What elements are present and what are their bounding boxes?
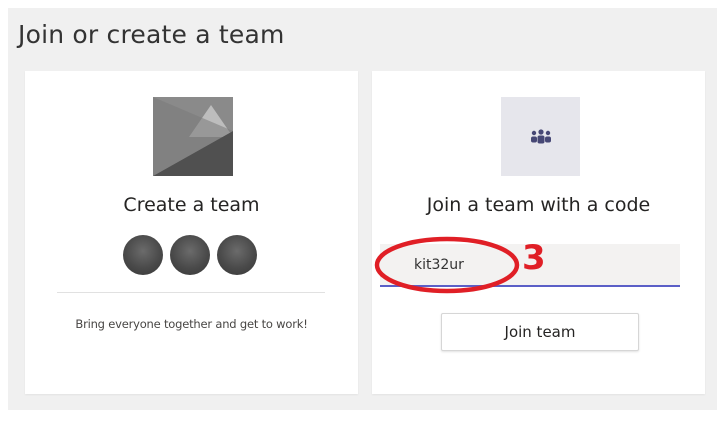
annotation-step-number: 3 (522, 238, 546, 278)
create-team-title: Create a team (123, 194, 260, 216)
avatar (217, 235, 257, 275)
join-team-button[interactable]: Join team (441, 313, 639, 351)
avatar (170, 235, 210, 275)
avatar (123, 235, 163, 275)
page-title: Join or create a team (18, 20, 285, 49)
avatar-group (120, 235, 260, 277)
create-team-description: Bring everyone together and get to work! (75, 317, 308, 331)
people-group-icon (501, 97, 580, 176)
card-divider (57, 292, 325, 293)
team-image-icon (153, 97, 233, 176)
join-team-title: Join a team with a code (426, 194, 651, 216)
